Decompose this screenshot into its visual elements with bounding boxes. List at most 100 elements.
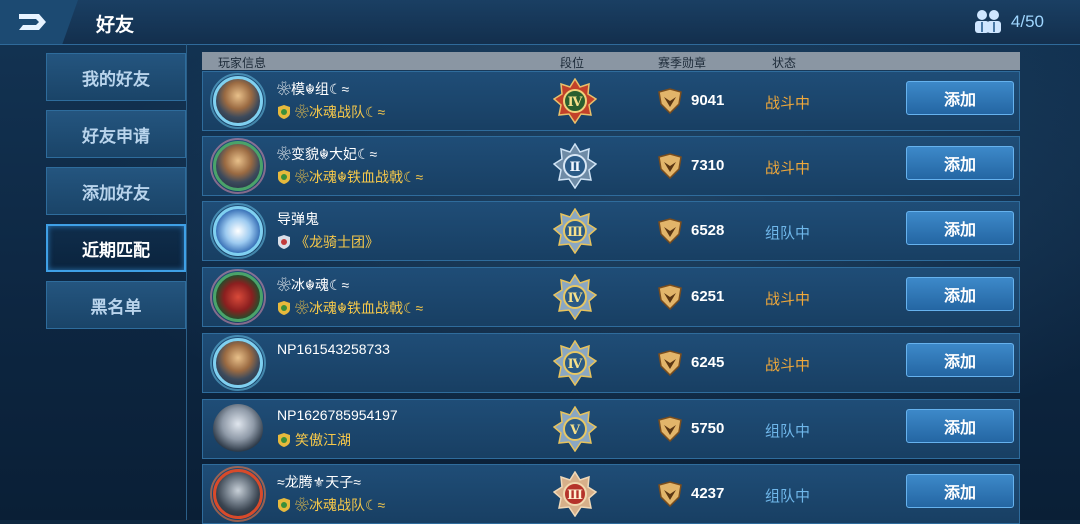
season-medal-icon <box>658 88 682 114</box>
season-medal-count: 7310 <box>691 157 725 174</box>
friend-count-text: 4/50 <box>1010 12 1044 31</box>
avatar <box>210 335 266 391</box>
guild-name: 笑傲江湖 <box>295 432 351 448</box>
guild-badge-icon <box>278 105 290 119</box>
sidebar-item-label: 我的好友 <box>82 69 150 89</box>
avatar <box>213 404 263 454</box>
column-player-info: 玩家信息 <box>218 56 267 70</box>
top-bar: 好友 4/50 <box>0 0 1080 45</box>
sidebar-item-add-friend[interactable]: 添加好友 <box>46 167 186 215</box>
add-friend-button[interactable]: 添加 <box>906 277 1014 311</box>
season-medal-icon <box>658 350 682 376</box>
player-status: 组队中 <box>765 225 811 242</box>
back-logo-icon <box>19 14 46 30</box>
table-header: 玩家信息 段位 赛季勋章 状态 <box>202 52 1020 70</box>
season-medal-icon <box>658 218 682 244</box>
player-status: 组队中 <box>765 423 811 440</box>
player-name: ❀模☬组☾≈ <box>277 81 350 97</box>
season-medal-count: 6245 <box>691 354 725 371</box>
add-friend-button[interactable]: 添加 <box>906 81 1014 115</box>
player-name: ≈龙腾⚜天子≈ <box>277 474 361 490</box>
back-button[interactable] <box>0 0 78 44</box>
guild-name: ❀冰魂战队☾≈ <box>295 104 386 120</box>
season-medal-icon <box>658 284 682 310</box>
sidebar-item-blacklist[interactable]: 黑名单 <box>46 281 186 329</box>
guild-badge-icon <box>278 170 290 184</box>
rank-badge-icon: Ⅱ <box>553 143 597 189</box>
page-title: 好友 <box>96 15 135 36</box>
guild-name: ❀冰魂☬铁血战戟☾≈ <box>295 300 424 316</box>
sidebar-item-label: 添加好友 <box>82 183 150 203</box>
guild-tag: ❀冰魂战队☾≈ <box>277 495 385 515</box>
season-medal-count: 4237 <box>691 485 725 502</box>
season-medal-count: 9041 <box>691 92 725 109</box>
add-friend-button[interactable]: 添加 <box>906 211 1014 245</box>
guild-name: 《龙骑士团》 <box>295 234 379 250</box>
player-name: 导弹鬼 <box>277 211 319 227</box>
sidebar-item-friend-requests[interactable]: 好友申请 <box>46 110 186 158</box>
friends-icon <box>974 10 1001 33</box>
guild-badge-icon <box>278 433 290 447</box>
rank-badge-icon: Ⅲ <box>553 471 597 517</box>
guild-tag: ❀冰魂战队☾≈ <box>277 102 385 122</box>
rank-numeral: Ⅴ <box>569 423 581 438</box>
rank-numeral: Ⅲ <box>567 488 583 503</box>
friend-count: 4/50 <box>973 9 1044 35</box>
sidebar: 我的好友 好友申请 添加好友 近期匹配 黑名单 <box>46 53 186 338</box>
guild-badge-icon <box>278 498 290 512</box>
player-name: ❀冰☬魂☾≈ <box>277 277 350 293</box>
rank-badge-icon: Ⅳ <box>553 340 597 386</box>
guild-tag: ❀冰魂☬铁血战戟☾≈ <box>277 167 423 187</box>
player-status: 战斗中 <box>765 357 811 374</box>
guild-tag: 《龙骑士团》 <box>277 232 379 252</box>
column-status: 状态 <box>772 56 797 70</box>
rank-numeral: Ⅲ <box>567 225 583 240</box>
season-medal-icon <box>658 481 682 507</box>
table-row: ≈龙腾⚜天子≈ ❀冰魂战队☾≈ Ⅲ 4237 组队中 添加 <box>202 464 1020 524</box>
rank-badge-icon: Ⅳ <box>553 78 597 124</box>
sidebar-divider <box>186 44 187 520</box>
rank-numeral: Ⅳ <box>568 95 583 110</box>
rank-numeral: Ⅳ <box>568 357 583 372</box>
column-season-medals: 赛季勋章 <box>658 56 707 70</box>
table-row: ❀变貌☬大妃☾≈ ❀冰魂☬铁血战戟☾≈ Ⅱ 7310 战斗中 添加 <box>202 136 1020 196</box>
column-rank: 段位 <box>560 56 585 70</box>
season-medal-icon <box>658 153 682 179</box>
add-friend-button[interactable]: 添加 <box>906 343 1014 377</box>
player-name: NP1626785954197 <box>277 407 398 423</box>
player-status: 战斗中 <box>765 291 811 308</box>
add-friend-button[interactable]: 添加 <box>906 409 1014 443</box>
add-friend-button[interactable]: 添加 <box>906 146 1014 180</box>
season-medal-icon <box>658 416 682 442</box>
rank-badge-icon: Ⅴ <box>553 406 597 452</box>
guild-name: ❀冰魂战队☾≈ <box>295 497 386 513</box>
avatar <box>210 203 266 259</box>
player-status: 组队中 <box>765 488 811 505</box>
season-medal-count: 6528 <box>691 222 725 239</box>
avatar <box>210 73 266 129</box>
player-status: 战斗中 <box>765 160 811 177</box>
rank-numeral: Ⅱ <box>570 160 581 175</box>
guild-name: ❀冰魂☬铁血战戟☾≈ <box>295 169 424 185</box>
avatar <box>210 138 266 194</box>
player-name: NP161543258733 <box>277 341 390 357</box>
season-medal-count: 6251 <box>691 288 725 305</box>
sidebar-item-label: 近期匹配 <box>82 240 150 260</box>
table-row: 导弹鬼 《龙骑士团》 Ⅲ 6528 组队中 添加 <box>202 201 1020 261</box>
sidebar-item-recent-matches[interactable]: 近期匹配 <box>46 224 186 272</box>
table-row: ❀冰☬魂☾≈ ❀冰魂☬铁血战戟☾≈ Ⅳ 6251 战斗中 添加 <box>202 267 1020 327</box>
sidebar-item-label: 好友申请 <box>82 126 150 146</box>
sidebar-item-my-friends[interactable]: 我的好友 <box>46 53 186 101</box>
add-friend-button[interactable]: 添加 <box>906 474 1014 508</box>
sidebar-item-label: 黑名单 <box>90 297 142 317</box>
guild-tag: ❀冰魂☬铁血战戟☾≈ <box>277 298 423 318</box>
guild-tag: 笑傲江湖 <box>277 430 351 450</box>
rank-numeral: Ⅳ <box>568 291 583 306</box>
table-row: NP1626785954197 笑傲江湖 Ⅴ 5750 组队中 添加 <box>202 399 1020 459</box>
player-name: ❀变貌☬大妃☾≈ <box>277 146 378 162</box>
rank-badge-icon: Ⅲ <box>553 208 597 254</box>
avatar <box>210 466 266 522</box>
guild-badge-icon <box>278 235 290 249</box>
player-status: 战斗中 <box>765 95 811 112</box>
table-row: NP161543258733 Ⅳ 6245 战斗中 添加 <box>202 333 1020 393</box>
